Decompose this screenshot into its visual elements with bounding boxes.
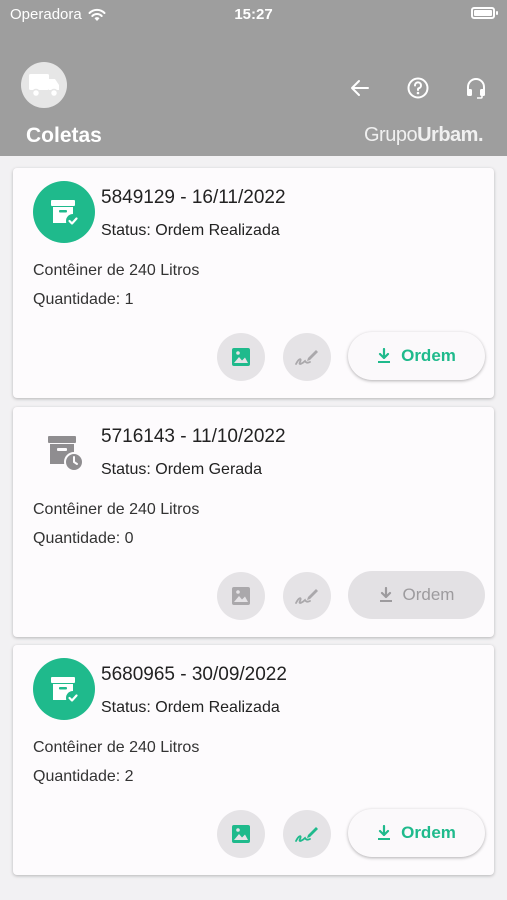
- help-icon: [407, 77, 429, 99]
- photo-button[interactable]: [217, 810, 265, 858]
- signature-icon: [295, 589, 318, 604]
- card-container-type: Contêiner de 240 Litros: [33, 501, 200, 518]
- card-title: 5680965 - 30/09/2022: [101, 664, 287, 685]
- collection-card: 5716143 - 11/10/2022 Status: Ordem Gerad…: [13, 407, 494, 637]
- order-label: Ordem: [402, 585, 455, 604]
- signature-icon: [295, 350, 318, 365]
- signature-icon: [295, 827, 318, 842]
- order-label: Ordem: [401, 346, 456, 365]
- card-title: 5849129 - 16/11/2022: [101, 187, 286, 208]
- image-icon: [232, 587, 250, 605]
- download-order-button[interactable]: Ordem: [348, 571, 485, 619]
- photo-button[interactable]: [217, 572, 265, 620]
- archive-clock-icon: [48, 436, 84, 472]
- back-button[interactable]: [346, 74, 374, 102]
- archive-check-icon: [51, 677, 80, 705]
- download-order-button[interactable]: Ordem: [348, 332, 485, 380]
- card-container-type: Contêiner de 240 Litros: [33, 262, 200, 279]
- help-button[interactable]: [404, 74, 432, 102]
- truck-icon: [29, 74, 59, 98]
- brand-logo: GrupoUrbam.: [364, 124, 483, 147]
- page-title: Coletas: [26, 124, 102, 147]
- truck-avatar: [21, 62, 67, 108]
- archive-check-icon: [51, 200, 80, 228]
- card-quantity: Quantidade: 0: [33, 530, 134, 547]
- card-status: Status: Ordem Realizada: [101, 699, 280, 716]
- download-icon: [379, 587, 392, 602]
- download-icon: [378, 825, 391, 840]
- status-bar: Operadora 15:27: [0, 0, 507, 30]
- app-header: Operadora 15:27 Coletas GrupoUrbam.: [0, 0, 507, 156]
- photo-button[interactable]: [217, 333, 265, 381]
- card-container-type: Contêiner de 240 Litros: [33, 739, 200, 756]
- signature-button[interactable]: [283, 333, 331, 381]
- headset-icon: [467, 78, 485, 99]
- download-order-button[interactable]: Ordem: [348, 809, 485, 857]
- signature-button[interactable]: [283, 572, 331, 620]
- status-icon-done: [33, 658, 95, 720]
- card-status: Status: Ordem Gerada: [101, 461, 262, 478]
- card-title: 5716143 - 11/10/2022: [101, 426, 286, 447]
- download-icon: [378, 348, 391, 363]
- status-icon-pending: [33, 420, 95, 482]
- card-status: Status: Ordem Realizada: [101, 222, 280, 239]
- support-button[interactable]: [462, 74, 490, 102]
- clock: 15:27: [234, 6, 273, 23]
- battery-icon: [471, 7, 498, 19]
- signature-button[interactable]: [283, 810, 331, 858]
- brand-suffix: Urbam.: [417, 124, 483, 146]
- arrow-left-icon: [351, 80, 369, 96]
- status-icon-done: [33, 181, 95, 243]
- brand-prefix: Grupo: [364, 124, 418, 146]
- image-icon: [232, 348, 250, 366]
- collection-card: 5680965 - 30/09/2022 Status: Ordem Reali…: [13, 645, 494, 875]
- card-quantity: Quantidade: 1: [33, 291, 134, 308]
- collection-card: 5849129 - 16/11/2022 Status: Ordem Reali…: [13, 168, 494, 398]
- image-icon: [232, 825, 250, 843]
- card-quantity: Quantidade: 2: [33, 768, 134, 785]
- order-label: Ordem: [401, 823, 456, 842]
